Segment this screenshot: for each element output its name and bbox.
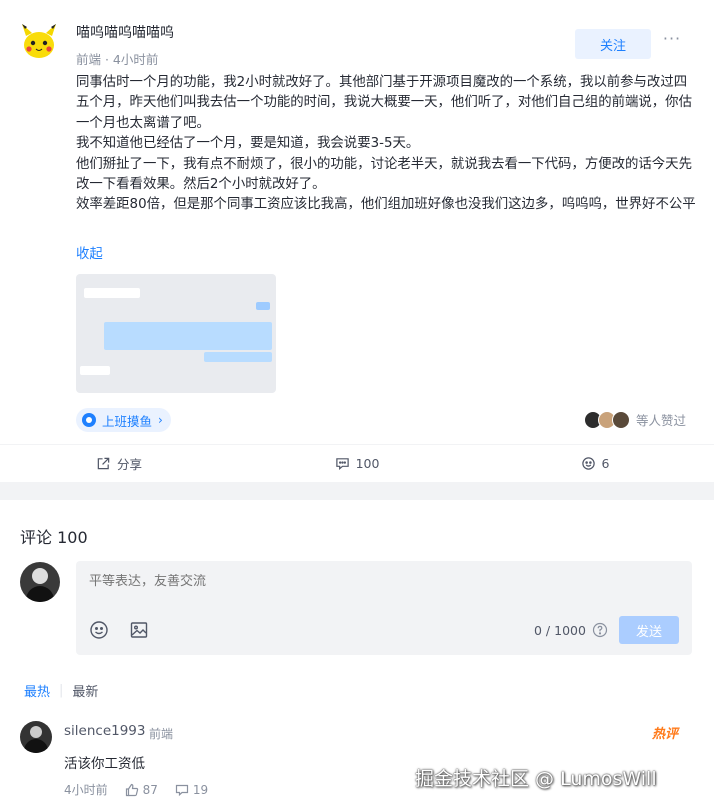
comment-icon — [175, 784, 189, 796]
more-dots-icon[interactable]: ··· — [661, 31, 683, 53]
send-button[interactable]: 发送 — [619, 616, 679, 644]
comment-editor[interactable]: 0 / 1000 发送 — [76, 561, 692, 655]
emoji-icon[interactable] — [89, 620, 109, 640]
comment-button[interactable]: 100 — [238, 445, 476, 482]
chat-bubble — [84, 288, 140, 298]
post-image[interactable] — [76, 274, 276, 393]
share-label: 分享 — [116, 457, 142, 472]
liker-avatar — [612, 410, 630, 429]
follow-button[interactable]: 关注 — [575, 29, 651, 59]
thumb-up-icon — [125, 783, 138, 796]
collapse-link[interactable]: 收起 — [76, 242, 103, 262]
comment-sort: 最热 | 最新 — [24, 681, 98, 700]
post-paragraph: 同事估时一个月的功能，我2小时就改好了。其他部门基于开源项目魔改的一个系统，我以… — [76, 75, 692, 131]
topic-tag[interactable]: 上班摸鱼 › — [76, 408, 171, 432]
topic-icon — [82, 413, 96, 427]
comment-text: 活该你工资低 — [64, 756, 145, 772]
chevron-right-icon: › — [158, 413, 163, 427]
comment-like-count: 87 — [142, 782, 158, 797]
sort-new-tab[interactable]: 最新 — [72, 681, 98, 700]
comment-time: 4小时前 — [64, 783, 108, 797]
share-icon — [97, 457, 110, 470]
sort-hot-tab[interactable]: 最热 — [24, 681, 50, 700]
likers-text: 等人赞过 — [636, 413, 687, 428]
hot-comment-badge: 热评 — [652, 727, 679, 742]
comment-footer: 4小时前 87 19 — [64, 781, 225, 798]
like-count: 6 — [601, 456, 610, 471]
post-paragraph: 我不知道他已经估了一个月，要是知道，我会说要3-5天。 — [76, 136, 420, 152]
chat-bubble — [256, 302, 270, 310]
post-paragraph: 效率差距80倍，但是那个同事工资应该比我高，他们组加班好像也没我们这边多，呜呜呜… — [76, 197, 696, 213]
comment-input[interactable] — [89, 574, 669, 589]
topic-label: 上班摸鱼 — [102, 413, 153, 429]
comment-reply-count: 19 — [192, 782, 209, 797]
author-avatar[interactable] — [20, 22, 58, 60]
post-paragraph: 他们掰扯了一下，我有点不耐烦了，很小的功能，讨论老半天，就说我去看一下代码，方便… — [76, 156, 692, 193]
comments-title: 评论 100 — [20, 528, 88, 547]
help-icon[interactable] — [592, 622, 608, 638]
comment-icon — [335, 458, 349, 470]
section-divider — [0, 482, 714, 500]
like-button[interactable]: 6 — [476, 445, 714, 482]
post-card: 喵呜喵呜喵喵呜 前端 · 4小时前 关注 ··· 同事估时一个月的功能，我2小时… — [0, 0, 714, 482]
author-name[interactable]: 喵呜喵呜喵喵呜 — [76, 22, 174, 42]
image-icon[interactable] — [129, 620, 149, 640]
share-button[interactable]: 分享 — [0, 445, 238, 482]
like-icon — [581, 457, 595, 470]
comment-reply-button[interactable]: 19 — [175, 783, 208, 797]
commenter-avatar[interactable] — [20, 721, 52, 753]
current-user-avatar[interactable] — [20, 562, 60, 602]
sort-separator: | — [59, 683, 64, 698]
likers[interactable]: 等人赞过 — [584, 410, 686, 429]
commenter-name[interactable]: silence1993 — [64, 723, 145, 739]
post-meta: 前端 · 4小时前 — [76, 52, 159, 67]
commenter-role: 前端 — [149, 727, 174, 741]
chat-bubble — [204, 352, 272, 362]
post-content: 同事估时一个月的功能，我2小时就改好了。其他部门基于开源项目魔改的一个系统，我以… — [76, 73, 698, 216]
watermark: 掘金技术社区 @ LumosWill — [415, 768, 657, 790]
post-actions: 分享 100 6 — [0, 444, 714, 482]
comment-count: 100 — [355, 456, 380, 471]
chat-bubble — [188, 382, 272, 390]
char-count: 0 / 1000 — [534, 623, 586, 638]
chat-bubble — [80, 366, 110, 375]
comment-like-button[interactable]: 87 — [125, 783, 158, 797]
chat-bubble — [104, 322, 272, 350]
